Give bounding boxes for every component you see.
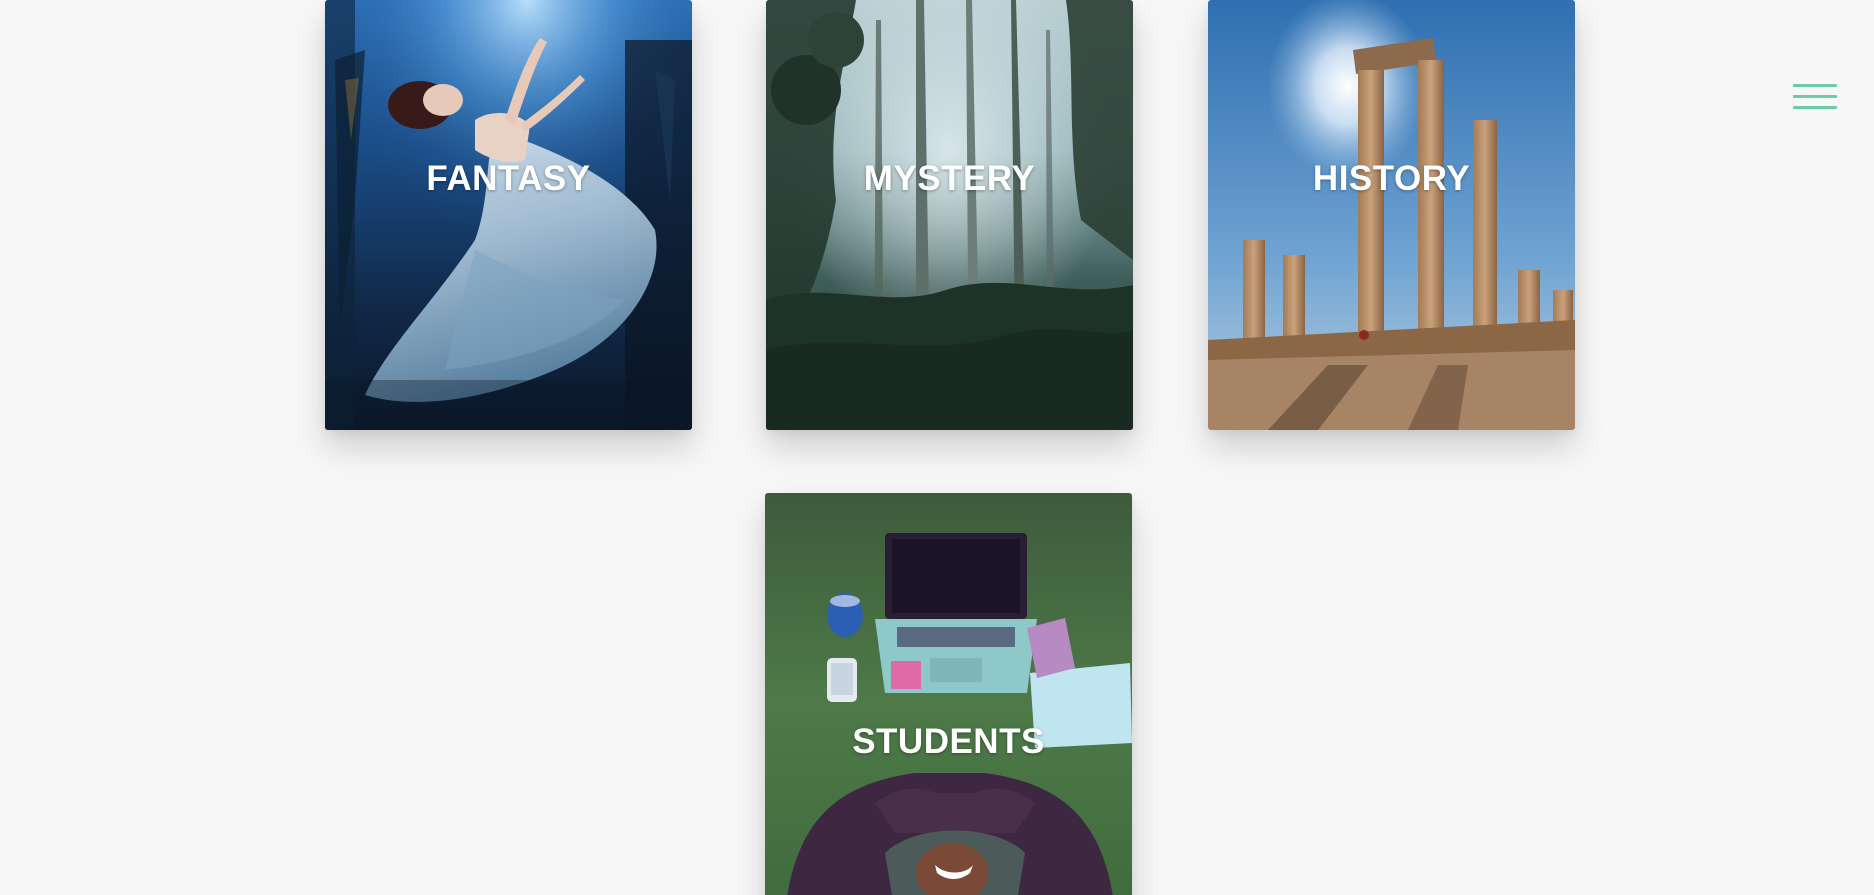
hamburger-menu-icon[interactable]: [1791, 82, 1837, 116]
genre-card-history[interactable]: HISTORY: [1208, 0, 1575, 430]
underwater-dancer-image: [325, 0, 692, 430]
genre-card-students[interactable]: STUDENTS: [765, 493, 1132, 895]
misty-forest-image: [766, 0, 1133, 430]
menu-line: [1793, 84, 1837, 87]
student-laptop-grass-image: [765, 493, 1132, 895]
ancient-columns-image: [1208, 0, 1575, 430]
genre-card-fantasy[interactable]: FANTASY: [325, 0, 692, 430]
genre-title: MYSTERY: [863, 159, 1036, 198]
menu-line: [1793, 106, 1837, 109]
genre-title: HISTORY: [1312, 159, 1471, 198]
menu-line: [1793, 95, 1837, 98]
genre-card-mystery[interactable]: MYSTERY: [766, 0, 1133, 430]
genre-title: FANTASY: [426, 159, 591, 198]
genre-title: STUDENTS: [852, 722, 1045, 761]
genre-page: FANTASY MYSTERY HISTORY STUDENTS: [0, 0, 1874, 895]
